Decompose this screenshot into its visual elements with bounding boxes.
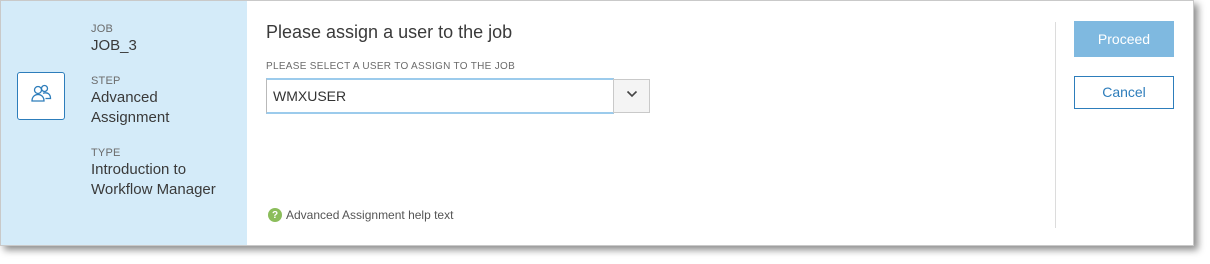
step-info-panel: JOB JOB_3 STEP Advanced Assignment TYPE … [1, 1, 247, 245]
step-value-line2: Assignment [91, 109, 170, 126]
user-select-dropdown-button[interactable] [613, 79, 650, 113]
step-info: STEP Advanced Assignment [91, 75, 241, 128]
job-label: JOB [91, 23, 113, 35]
step-icon-box [17, 72, 65, 120]
chevron-down-icon [625, 87, 639, 106]
type-info: TYPE Introduction to Workflow Manager [91, 147, 241, 200]
proceed-button[interactable]: Proceed [1074, 21, 1174, 57]
step-value-line1: Advanced [91, 89, 158, 106]
job-info: JOB JOB_3 [91, 23, 241, 56]
user-select-value[interactable]: WMXUSER [266, 78, 614, 114]
help-text: Advanced Assignment help text [286, 208, 454, 222]
actions-divider [1055, 22, 1056, 228]
type-value-line2: Workflow Manager [91, 181, 216, 198]
page-title: Please assign a user to the job [266, 22, 513, 42]
cancel-button[interactable]: Cancel [1074, 76, 1174, 109]
question-icon: ? [268, 208, 282, 222]
assign-step-card: JOB JOB_3 STEP Advanced Assignment TYPE … [0, 0, 1194, 246]
user-select-label: PLEASE SELECT A USER TO ASSIGN TO THE JO… [266, 61, 516, 72]
type-value-line1: Introduction to [91, 161, 187, 178]
users-icon [29, 82, 53, 111]
job-value: JOB_3 [91, 37, 137, 54]
step-label: STEP [91, 75, 121, 87]
user-select[interactable]: WMXUSER [266, 78, 650, 114]
type-label: TYPE [91, 147, 121, 159]
help-row: ? Advanced Assignment help text [268, 208, 453, 222]
